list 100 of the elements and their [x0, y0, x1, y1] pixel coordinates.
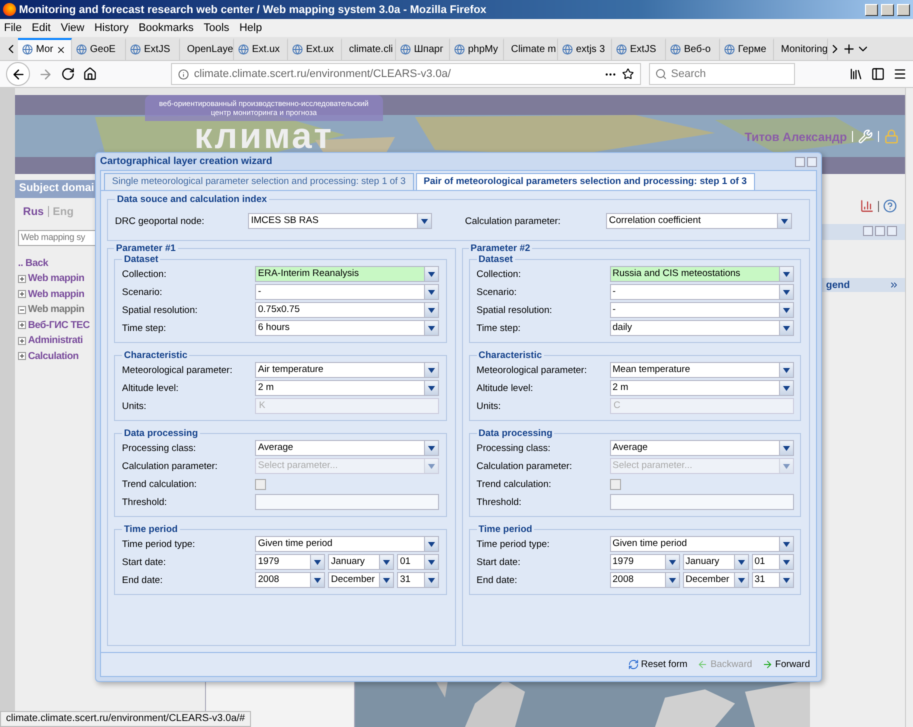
expand-icon[interactable]: [18, 336, 26, 345]
search-field[interactable]: Search: [649, 63, 795, 85]
select-field[interactable]: 01: [752, 554, 794, 570]
select-field[interactable]: Average: [255, 440, 439, 456]
forward-icon[interactable]: [38, 66, 53, 82]
wizard-tab[interactable]: Single meteorological parameter selection and processing: step 1 of 3: [104, 173, 414, 190]
browser-tab[interactable]: Герме: [720, 38, 774, 60]
select-field[interactable]: Mean temperature: [610, 362, 794, 378]
select-field[interactable]: Russia and CIS meteostations: [610, 266, 794, 282]
home-icon[interactable]: [83, 67, 97, 81]
expand-icon[interactable]: [18, 290, 26, 298]
select-field[interactable]: Given time period: [255, 536, 439, 552]
field-label: Scenario:: [122, 286, 164, 298]
field-label: Time step:: [122, 322, 167, 334]
expand-icon[interactable]: [889, 280, 899, 290]
menu-item[interactable]: History: [94, 22, 129, 34]
scrollbar[interactable]: [905, 88, 913, 727]
sidebar-icon[interactable]: [871, 67, 885, 81]
select-field[interactable]: IMCES SB RAS: [248, 213, 432, 229]
select-field[interactable]: -: [255, 284, 439, 300]
text-field[interactable]: [610, 494, 794, 510]
select-field[interactable]: 31: [752, 572, 794, 588]
tree-item[interactable]: .. Back: [18, 258, 48, 269]
menu-item[interactable]: Bookmarks: [138, 22, 194, 34]
tree-item[interactable]: Web mappin: [28, 304, 84, 316]
language-link[interactable]: Rus: [23, 206, 44, 218]
collapse-icon[interactable]: [18, 306, 26, 314]
select-field[interactable]: 6 hours: [255, 320, 439, 336]
checkbox[interactable]: [610, 478, 620, 490]
select-field[interactable]: ERA-Interim Reanalysis: [255, 266, 439, 282]
browser-tab[interactable]: ExtJS: [126, 38, 180, 60]
select-field[interactable]: 31: [397, 572, 439, 588]
caret-icon: [782, 272, 790, 276]
field-label: Calculation parameter:: [122, 460, 219, 472]
star-icon[interactable]: [622, 68, 634, 80]
left-arrow-icon: [697, 659, 708, 670]
select-field[interactable]: daily: [610, 320, 794, 336]
footer-button[interactable]: Reset form: [626, 658, 690, 671]
select-field[interactable]: 1979: [255, 554, 325, 570]
tree-item[interactable]: Web mappin: [28, 273, 84, 284]
library-icon[interactable]: [849, 67, 863, 81]
browser-tab[interactable]: extjs 3: [558, 38, 612, 60]
footer-button[interactable]: Forward: [760, 658, 812, 671]
select-field[interactable]: 2 m: [255, 380, 439, 396]
select-field[interactable]: 0.75x0.75: [255, 302, 439, 318]
panel-title: gend: [826, 280, 850, 290]
tree-item[interactable]: Web mappin: [28, 288, 84, 300]
firefox-logo-icon: [3, 3, 16, 16]
browser-tab[interactable]: phpMy: [450, 38, 504, 60]
expand-icon[interactable]: [18, 352, 26, 360]
menu-icon[interactable]: [893, 67, 907, 81]
text-field[interactable]: [255, 494, 439, 510]
checkbox[interactable]: [255, 478, 266, 490]
expand-icon[interactable]: [18, 274, 26, 283]
select-field[interactable]: 2 m: [610, 380, 794, 396]
browser-tab[interactable]: Mor: [18, 38, 72, 60]
select-field[interactable]: Given time period: [610, 536, 794, 552]
new-tab-icon[interactable]: [842, 42, 856, 56]
select-field[interactable]: January: [682, 554, 748, 570]
globe-icon: [724, 44, 735, 55]
select-field[interactable]: 2008: [610, 572, 680, 588]
tree-item[interactable]: Веб-ГИС ТЕС: [28, 320, 90, 331]
browser-tab[interactable]: GeoE: [72, 38, 126, 60]
field-label: Time step:: [476, 322, 522, 334]
select-field[interactable]: 01: [397, 554, 439, 570]
select-field[interactable]: Average: [610, 440, 794, 456]
menu-item[interactable]: Help: [239, 22, 262, 34]
select-field[interactable]: -: [610, 302, 794, 318]
field-label: Threshold:: [122, 496, 168, 508]
tree-item[interactable]: Calculation: [28, 350, 79, 362]
select-field[interactable]: Air temperature: [255, 362, 439, 378]
menu-item[interactable]: View: [60, 22, 84, 34]
select-field[interactable]: January: [328, 554, 394, 570]
field-label: Units:: [476, 400, 502, 412]
browser-tab[interactable]: Шпарг: [396, 38, 450, 60]
select-field[interactable]: Correlation coefficient: [606, 213, 792, 229]
browser-tab[interactable]: Ext.ux: [234, 38, 288, 60]
close-icon[interactable]: [56, 44, 66, 54]
wizard-tab[interactable]: Pair of meteorological parameters selection and processing: step 1 of 3: [416, 173, 755, 190]
address-bar[interactable]: climate.climate.scert.ru/environment/CLEARS-v3.0a/: [171, 63, 641, 85]
browser-tab[interactable]: Веб-о: [666, 38, 720, 60]
info-icon[interactable]: [178, 68, 189, 80]
menu-item[interactable]: Edit: [32, 22, 51, 34]
reload-icon[interactable]: [61, 67, 75, 81]
browser-tab[interactable]: Ext.ux: [288, 38, 342, 60]
tree-item[interactable]: Administrati: [28, 335, 83, 346]
select-field[interactable]: December: [328, 572, 394, 588]
select-field[interactable]: 1979: [610, 554, 680, 570]
select-field[interactable]: 2008: [255, 572, 325, 588]
chart-icon[interactable]: [860, 199, 874, 213]
help-icon[interactable]: [883, 199, 897, 213]
caret-icon: [428, 542, 435, 546]
menu-item[interactable]: Tools: [204, 22, 230, 34]
select-field[interactable]: -: [610, 284, 794, 300]
back-button[interactable]: [6, 62, 30, 86]
menu-item[interactable]: File: [4, 22, 22, 34]
expand-icon[interactable]: [18, 321, 26, 330]
select-field[interactable]: December: [682, 572, 748, 588]
right-arrow-icon: [762, 659, 774, 670]
browser-tab[interactable]: ExtJS: [612, 38, 666, 60]
